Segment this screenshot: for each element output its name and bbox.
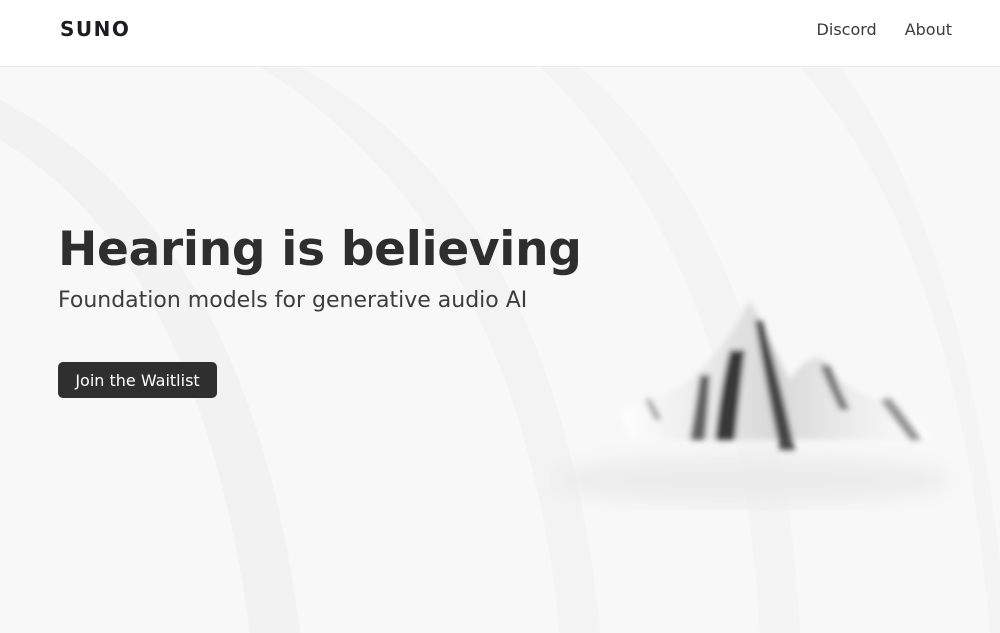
hero-section: Hearing is believing Foundation models f… [58,220,582,316]
nav-link-about[interactable]: About [905,20,952,39]
hero-subtitle: Foundation models for generative audio A… [58,288,528,313]
top-nav-links: Discord About [817,20,952,39]
join-waitlist-button[interactable]: Join the Waitlist [58,362,217,398]
hero-title: Hearing is believing [58,222,582,277]
landing-page: SUNO Discord About Hearing is believing … [0,0,1000,633]
top-navigation-bar: SUNO Discord About [0,0,1000,67]
nav-link-discord[interactable]: Discord [817,20,877,39]
audio-waveform-sculpture-image [550,300,950,505]
suno-logo[interactable]: SUNO [60,17,130,41]
